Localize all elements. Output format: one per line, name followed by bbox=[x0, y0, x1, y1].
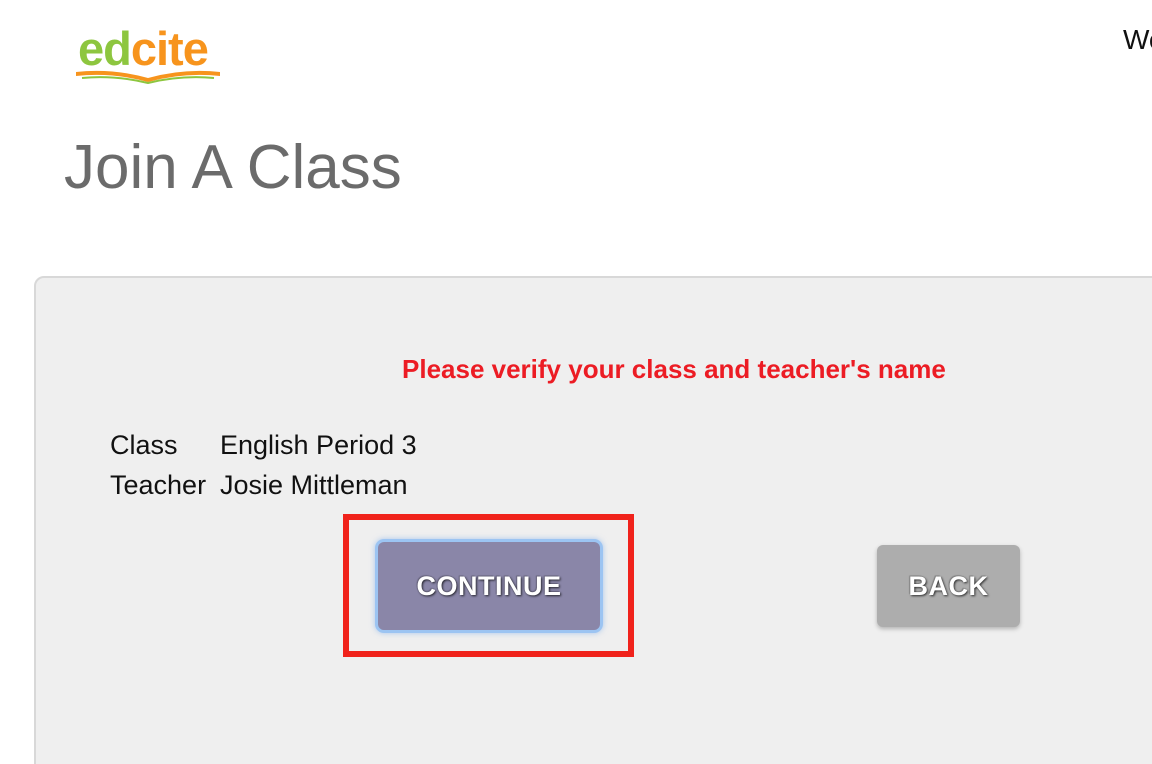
class-label: Class bbox=[110, 430, 178, 460]
class-value: English Period 3 bbox=[220, 430, 417, 460]
page-title: Join A Class bbox=[64, 133, 402, 202]
teacher-row: Teacher Josie Mittleman bbox=[110, 470, 408, 501]
teacher-value: Josie Mittleman bbox=[220, 470, 408, 500]
join-class-page: edcite We Join A Class Please verify you… bbox=[0, 0, 1152, 764]
back-button[interactable]: BACK bbox=[877, 545, 1020, 627]
class-row: Class English Period 3 bbox=[110, 430, 417, 461]
welcome-text: We bbox=[1123, 24, 1152, 55]
continue-button[interactable]: CONTINUE bbox=[378, 542, 600, 630]
open-book-icon bbox=[76, 70, 220, 85]
teacher-label: Teacher bbox=[110, 470, 207, 500]
edcite-logo[interactable]: edcite bbox=[72, 22, 224, 86]
verify-message: Please verify your class and teacher's n… bbox=[402, 354, 946, 384]
